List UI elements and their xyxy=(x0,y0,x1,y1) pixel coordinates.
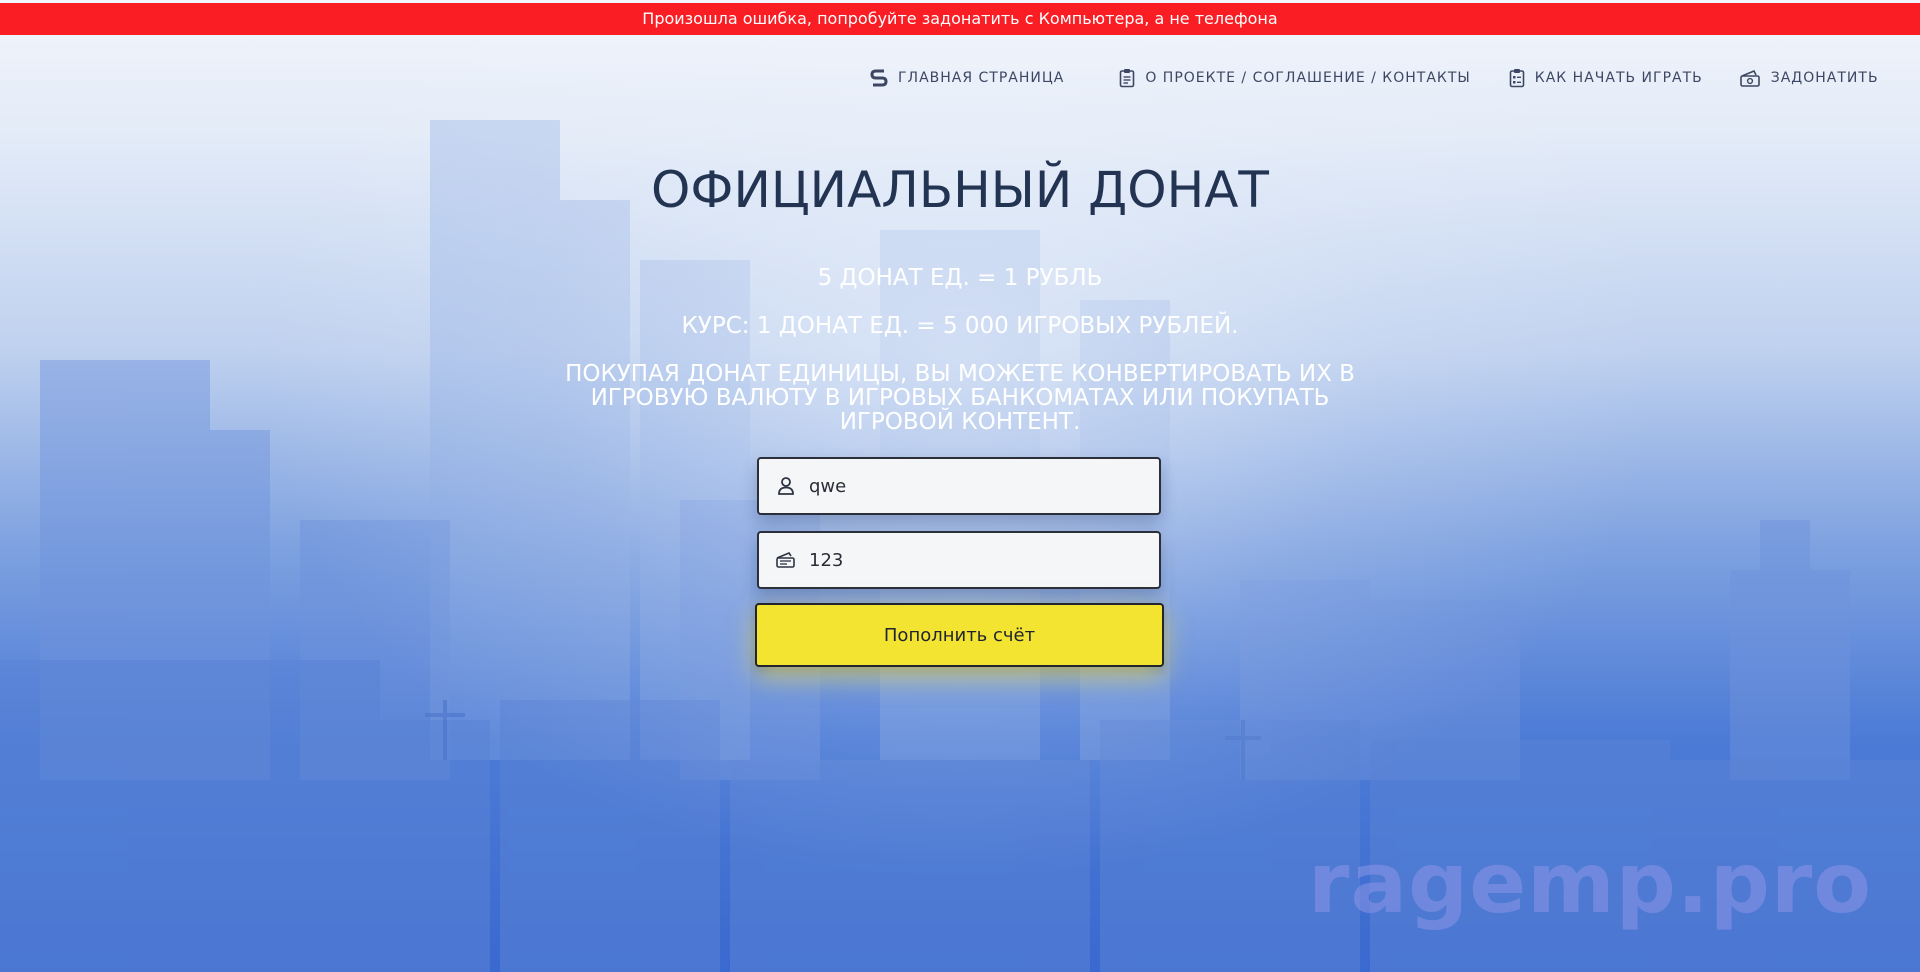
money-icon xyxy=(1739,69,1760,87)
nav-item-label: ЗАДОНАТИТЬ xyxy=(1770,70,1879,86)
nav-item-home[interactable]: ГЛАВНАЯ СТРАНИЦА xyxy=(870,68,1064,88)
user-icon xyxy=(763,476,809,496)
nav-item-about[interactable]: О ПРОЕКТЕ / СОГЛАШЕНИЕ / КОНТАКТЫ xyxy=(1119,68,1470,88)
exchange-course: КУРС: 1 ДОНАТ ЕД. = 5 000 ИГРОВЫХ РУБЛЕЙ… xyxy=(681,313,1239,339)
amount-input[interactable] xyxy=(809,549,1129,571)
donate-rate: 5 ДОНАТ ЕД. = 1 РУБЛЬ xyxy=(817,265,1103,291)
top-up-button[interactable]: Пополнить счёт xyxy=(755,603,1164,667)
nav-item-label: ГЛАВНАЯ СТРАНИЦА xyxy=(898,70,1065,86)
nav-item-label: О ПРОЕКТЕ / СОГЛАШЕНИЕ / КОНТАКТЫ xyxy=(1145,70,1471,86)
nav-item-donate[interactable]: ЗАДОНАТИТЬ xyxy=(1739,68,1879,88)
donate-description: ПОКУПАЯ ДОНАТ ЕДИНИЦЫ, ВЫ МОЖЕТЕ КОНВЕРТ… xyxy=(565,361,1355,435)
login-input[interactable] xyxy=(809,475,1129,497)
main-nav: ГЛАВНАЯ СТРАНИЦА О ПРОЕКТЕ / СОГЛАШЕНИЕ … xyxy=(870,64,1879,92)
logo-s-icon xyxy=(870,69,888,87)
amount-field xyxy=(757,531,1161,589)
nav-item-label: КАК НАЧАТЬ ИГРАТЬ xyxy=(1534,70,1703,86)
error-message: Произошла ошибка, попробуйте задонатить … xyxy=(642,9,1278,28)
cash-icon xyxy=(763,551,809,569)
login-field xyxy=(757,457,1161,515)
page: Произошла ошибка, попробуйте задонатить … xyxy=(0,0,1920,972)
clipboard-icon xyxy=(1120,69,1135,88)
page-title: ОФИЦИАЛЬНЫЙ ДОНАТ xyxy=(651,161,1269,219)
watermark: ragemp.pro xyxy=(1307,834,1872,932)
error-banner: Произошла ошибка, попробуйте задонатить … xyxy=(0,3,1920,35)
checklist-icon xyxy=(1509,69,1525,88)
nav-item-how-to-play[interactable]: КАК НАЧАТЬ ИГРАТЬ xyxy=(1509,68,1703,88)
